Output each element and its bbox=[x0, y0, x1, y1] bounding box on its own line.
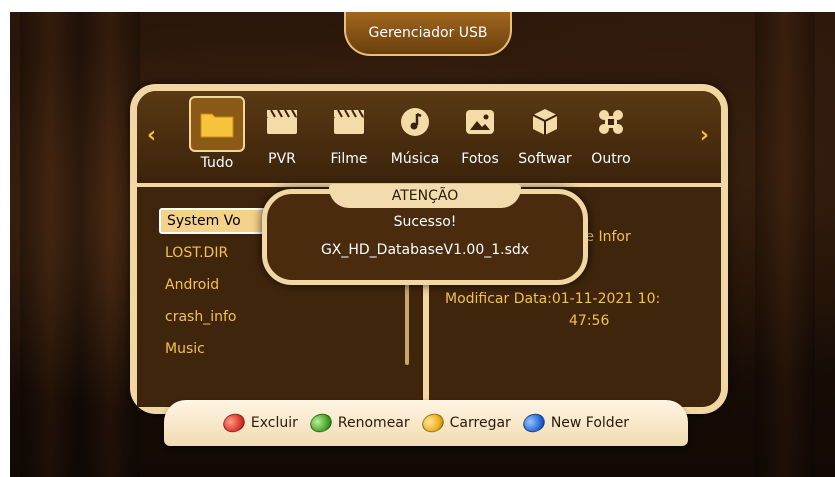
success-dialog[interactable]: ATENÇÃO Sucesso! GX_HD_DatabaseV1.00_1.s… bbox=[262, 184, 588, 285]
category-label: Outro bbox=[591, 151, 631, 167]
category-fotos[interactable]: Fotos bbox=[450, 99, 510, 167]
category-label: Fotos bbox=[461, 151, 499, 167]
load-action[interactable]: Carregar bbox=[419, 410, 511, 436]
category-label: PVR bbox=[268, 151, 296, 167]
chevron-right-icon[interactable]: › bbox=[700, 123, 709, 148]
file-name: Android bbox=[165, 277, 220, 293]
category-tudo[interactable]: Tudo bbox=[187, 96, 247, 171]
file-name: Music bbox=[165, 341, 205, 357]
folder-icon bbox=[189, 96, 245, 152]
category-label: Filme bbox=[330, 151, 368, 167]
red-button-icon bbox=[220, 410, 248, 436]
category-musica[interactable]: Música bbox=[385, 99, 445, 167]
page-title: Gerenciador USB bbox=[344, 12, 512, 56]
load-action-label: Carregar bbox=[449, 415, 511, 431]
file-item[interactable]: Music bbox=[165, 333, 295, 365]
rename-action[interactable]: Renomear bbox=[307, 410, 410, 436]
category-toolbar: ‹ Tudo PVR Filme Música Fotos Softwar Ou… bbox=[137, 91, 721, 187]
modified-time-label: 47:56 bbox=[569, 313, 610, 329]
category-label: Música bbox=[390, 151, 440, 167]
yellow-button-icon bbox=[419, 410, 447, 436]
clapperboard-icon bbox=[259, 99, 305, 145]
category-label: Tudo bbox=[200, 155, 234, 171]
dialog-title: ATENÇÃO bbox=[329, 184, 521, 208]
action-bar: Excluir Renomear Carregar New Folder bbox=[164, 400, 688, 446]
chevron-left-icon[interactable]: ‹ bbox=[147, 123, 156, 148]
file-name: LOST.DIR bbox=[165, 245, 229, 261]
box-icon bbox=[522, 99, 568, 145]
music-note-icon bbox=[392, 99, 438, 145]
blue-button-icon bbox=[520, 410, 548, 436]
curtain-decoration bbox=[20, 12, 80, 477]
green-button-icon bbox=[307, 410, 335, 436]
category-pvr[interactable]: PVR bbox=[252, 99, 312, 167]
clapperboard-icon bbox=[326, 99, 372, 145]
delete-action[interactable]: Excluir bbox=[220, 410, 298, 436]
dialog-filename: GX_HD_DatabaseV1.00_1.sdx bbox=[320, 242, 530, 258]
file-item[interactable]: crash_info bbox=[165, 301, 295, 333]
file-name: crash_info bbox=[165, 309, 237, 325]
new-folder-action-label: New Folder bbox=[550, 415, 630, 431]
delete-action-label: Excluir bbox=[250, 415, 298, 431]
category-filme[interactable]: Filme bbox=[319, 99, 379, 167]
rename-action-label: Renomear bbox=[337, 415, 410, 431]
page-title-text: Gerenciador USB bbox=[368, 25, 488, 41]
category-label: Softwar bbox=[518, 151, 572, 167]
dialog-message: Sucesso! bbox=[393, 214, 457, 230]
new-folder-action[interactable]: New Folder bbox=[520, 410, 630, 436]
modified-date-label: Modificar Data:01-11-2021 10: bbox=[445, 291, 661, 307]
category-outro[interactable]: Outro bbox=[581, 99, 641, 167]
curtain-decoration bbox=[755, 12, 815, 477]
category-softwar[interactable]: Softwar bbox=[515, 99, 575, 167]
picture-icon bbox=[457, 99, 503, 145]
other-icon bbox=[588, 99, 634, 145]
